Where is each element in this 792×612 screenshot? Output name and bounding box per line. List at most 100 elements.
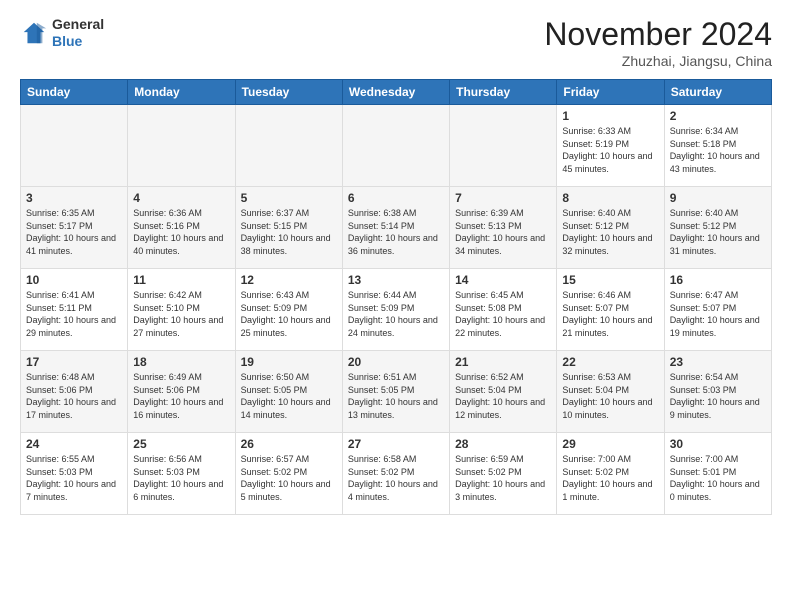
day-number: 20 — [348, 355, 444, 369]
day-info: Sunrise: 6:37 AMSunset: 5:15 PMDaylight:… — [241, 207, 337, 257]
col-friday: Friday — [557, 80, 664, 105]
calendar-cell-10: 10 Sunrise: 6:41 AMSunset: 5:11 PMDayligh… — [21, 269, 128, 351]
day-number: 16 — [670, 273, 766, 287]
calendar-cell-26: 26 Sunrise: 6:57 AMSunset: 5:02 PMDayligh… — [235, 433, 342, 515]
day-info: Sunrise: 6:50 AMSunset: 5:05 PMDaylight:… — [241, 371, 337, 421]
calendar-cell-2: 2Sunrise: 6:34 AMSunset: 5:18 PMDaylight… — [664, 105, 771, 187]
calendar-cell-28: 28 Sunrise: 6:59 AMSunset: 5:02 PMDayligh… — [450, 433, 557, 515]
col-sunday: Sunday — [21, 80, 128, 105]
day-number: 10 — [26, 273, 122, 287]
logo-text: General Blue — [52, 16, 104, 50]
day-number: 14 — [455, 273, 551, 287]
day-info: Sunrise: 6:57 AMSunset: 5:02 PMDaylight:… — [241, 453, 337, 503]
calendar-cell-30: 30 Sunrise: 7:00 AMSunset: 5:01 PMDayligh… — [664, 433, 771, 515]
day-info: Sunrise: 6:51 AMSunset: 5:05 PMDaylight:… — [348, 371, 444, 421]
calendar-cell-empty — [21, 105, 128, 187]
day-info: Sunrise: 6:45 AMSunset: 5:08 PMDaylight:… — [455, 289, 551, 339]
calendar-cell-18: 18 Sunrise: 6:49 AMSunset: 5:06 PMDayligh… — [128, 351, 235, 433]
day-info: Sunrise: 6:41 AMSunset: 5:11 PMDaylight:… — [26, 289, 122, 339]
calendar-cell-27: 27 Sunrise: 6:58 AMSunset: 5:02 PMDayligh… — [342, 433, 449, 515]
day-info: Sunrise: 6:42 AMSunset: 5:10 PMDaylight:… — [133, 289, 229, 339]
calendar-cell-3: 3 Sunrise: 6:35 AMSunset: 5:17 PMDaylight… — [21, 187, 128, 269]
day-number: 28 — [455, 437, 551, 451]
calendar-cell-1: 1Sunrise: 6:33 AMSunset: 5:19 PMDaylight… — [557, 105, 664, 187]
day-number: 29 — [562, 437, 658, 451]
calendar-cell-4: 4 Sunrise: 6:36 AMSunset: 5:16 PMDaylight… — [128, 187, 235, 269]
day-number: 9 — [670, 191, 766, 205]
calendar-cell-9: 9Sunrise: 6:40 AMSunset: 5:12 PMDaylight… — [664, 187, 771, 269]
day-info: Sunrise: 6:38 AMSunset: 5:14 PMDaylight:… — [348, 207, 444, 257]
day-info: Sunrise: 6:36 AMSunset: 5:16 PMDaylight:… — [133, 207, 229, 257]
calendar-cell-empty — [235, 105, 342, 187]
day-info: Sunrise: 7:00 AMSunset: 5:02 PMDaylight:… — [562, 453, 658, 503]
day-number: 22 — [562, 355, 658, 369]
col-saturday: Saturday — [664, 80, 771, 105]
calendar-cell-14: 14 Sunrise: 6:45 AMSunset: 5:08 PMDayligh… — [450, 269, 557, 351]
day-number: 27 — [348, 437, 444, 451]
day-number: 24 — [26, 437, 122, 451]
logo-icon — [20, 19, 48, 47]
day-info: Sunrise: 6:47 AMSunset: 5:07 PMDaylight:… — [670, 289, 766, 339]
day-info: Sunrise: 6:55 AMSunset: 5:03 PMDaylight:… — [26, 453, 122, 503]
logo-blue: Blue — [52, 33, 104, 50]
calendar-cell-8: 8 Sunrise: 6:40 AMSunset: 5:12 PMDaylight… — [557, 187, 664, 269]
calendar-cell-20: 20 Sunrise: 6:51 AMSunset: 5:05 PMDayligh… — [342, 351, 449, 433]
day-number: 3 — [26, 191, 122, 205]
day-number: 15 — [562, 273, 658, 287]
day-number: 6 — [348, 191, 444, 205]
week-row-4: 17Sunrise: 6:48 AMSunset: 5:06 PMDayligh… — [21, 351, 772, 433]
day-info: Sunrise: 6:46 AMSunset: 5:07 PMDaylight:… — [562, 289, 658, 339]
day-info: Sunrise: 6:40 AMSunset: 5:12 PMDaylight:… — [562, 207, 658, 257]
logo: General Blue — [20, 16, 104, 50]
day-info: Sunrise: 6:56 AMSunset: 5:03 PMDaylight:… — [133, 453, 229, 503]
day-info: Sunrise: 6:58 AMSunset: 5:02 PMDaylight:… — [348, 453, 444, 503]
day-info: Sunrise: 7:00 AMSunset: 5:01 PMDaylight:… — [670, 453, 766, 503]
day-number: 4 — [133, 191, 229, 205]
day-number: 8 — [562, 191, 658, 205]
col-tuesday: Tuesday — [235, 80, 342, 105]
day-info: Sunrise: 6:33 AMSunset: 5:19 PMDaylight:… — [562, 125, 658, 175]
col-monday: Monday — [128, 80, 235, 105]
calendar-cell-25: 25 Sunrise: 6:56 AMSunset: 5:03 PMDayligh… — [128, 433, 235, 515]
week-row-5: 24 Sunrise: 6:55 AMSunset: 5:03 PMDayligh… — [21, 433, 772, 515]
calendar-cell-15: 15 Sunrise: 6:46 AMSunset: 5:07 PMDayligh… — [557, 269, 664, 351]
day-info: Sunrise: 6:53 AMSunset: 5:04 PMDaylight:… — [562, 371, 658, 421]
day-number: 23 — [670, 355, 766, 369]
calendar-cell-13: 13 Sunrise: 6:44 AMSunset: 5:09 PMDayligh… — [342, 269, 449, 351]
day-info: Sunrise: 6:52 AMSunset: 5:04 PMDaylight:… — [455, 371, 551, 421]
calendar-cell-empty — [128, 105, 235, 187]
location: Zhuzhai, Jiangsu, China — [544, 53, 772, 69]
day-number: 21 — [455, 355, 551, 369]
calendar-cell-empty — [450, 105, 557, 187]
calendar-cell-22: 22 Sunrise: 6:53 AMSunset: 5:04 PMDayligh… — [557, 351, 664, 433]
day-number: 30 — [670, 437, 766, 451]
calendar-cell-6: 6 Sunrise: 6:38 AMSunset: 5:14 PMDaylight… — [342, 187, 449, 269]
month-title: November 2024 — [544, 16, 772, 53]
week-row-3: 10 Sunrise: 6:41 AMSunset: 5:11 PMDayligh… — [21, 269, 772, 351]
day-number: 7 — [455, 191, 551, 205]
day-info: Sunrise: 6:48 AMSunset: 5:06 PMDaylight:… — [26, 371, 122, 421]
day-number: 25 — [133, 437, 229, 451]
calendar-cell-11: 11Sunrise: 6:42 AMSunset: 5:10 PMDayligh… — [128, 269, 235, 351]
day-number: 12 — [241, 273, 337, 287]
calendar-cell-24: 24 Sunrise: 6:55 AMSunset: 5:03 PMDayligh… — [21, 433, 128, 515]
day-info: Sunrise: 6:54 AMSunset: 5:03 PMDaylight:… — [670, 371, 766, 421]
day-info: Sunrise: 6:35 AMSunset: 5:17 PMDaylight:… — [26, 207, 122, 257]
day-info: Sunrise: 6:49 AMSunset: 5:06 PMDaylight:… — [133, 371, 229, 421]
calendar-table: Sunday Monday Tuesday Wednesday Thursday… — [20, 79, 772, 515]
calendar-cell-19: 19 Sunrise: 6:50 AMSunset: 5:05 PMDayligh… — [235, 351, 342, 433]
day-info: Sunrise: 6:44 AMSunset: 5:09 PMDaylight:… — [348, 289, 444, 339]
calendar-cell-7: 7Sunrise: 6:39 AMSunset: 5:13 PMDaylight… — [450, 187, 557, 269]
calendar-page: General Blue November 2024 Zhuzhai, Jian… — [0, 0, 792, 525]
day-number: 19 — [241, 355, 337, 369]
day-number: 2 — [670, 109, 766, 123]
day-number: 13 — [348, 273, 444, 287]
day-info: Sunrise: 6:59 AMSunset: 5:02 PMDaylight:… — [455, 453, 551, 503]
day-number: 5 — [241, 191, 337, 205]
week-row-1: 1Sunrise: 6:33 AMSunset: 5:19 PMDaylight… — [21, 105, 772, 187]
calendar-cell-29: 29 Sunrise: 7:00 AMSunset: 5:02 PMDayligh… — [557, 433, 664, 515]
day-number: 18 — [133, 355, 229, 369]
calendar-cell-21: 21 Sunrise: 6:52 AMSunset: 5:04 PMDayligh… — [450, 351, 557, 433]
page-header: General Blue November 2024 Zhuzhai, Jian… — [20, 16, 772, 69]
day-number: 26 — [241, 437, 337, 451]
